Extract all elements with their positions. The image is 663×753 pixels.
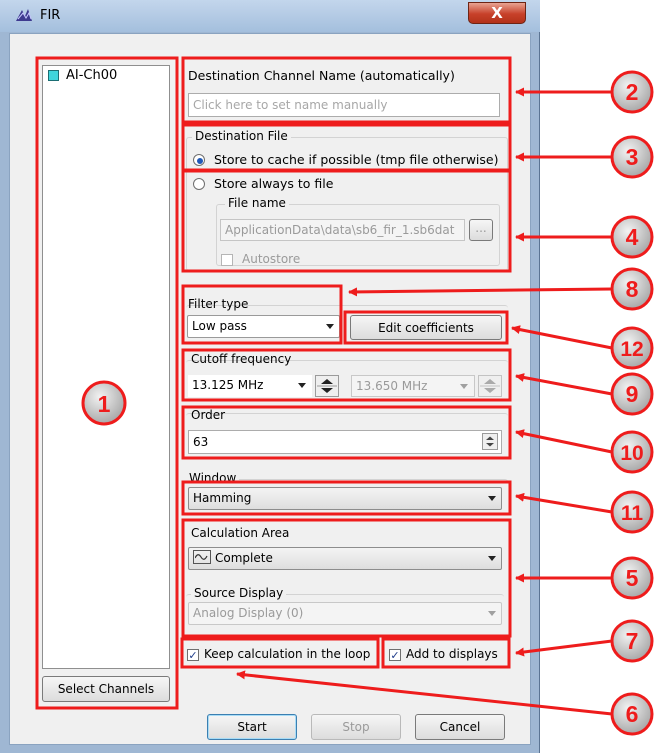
callout-5-number: 5 [626, 565, 639, 591]
callout-8: 8 [610, 267, 654, 311]
callout-6-number: 6 [626, 701, 639, 727]
annotation-arrow-7 [515, 639, 613, 657]
callout-1-number: 1 [98, 391, 111, 417]
callout-9-number: 9 [626, 381, 639, 407]
callout-3-number: 3 [626, 144, 639, 170]
annotation-box-edit-coefficients [343, 310, 509, 345]
annotation-box-cutoff [181, 348, 512, 402]
callout-12: 12 [610, 326, 654, 370]
callout-4: 4 [610, 215, 654, 259]
callout-7-number: 7 [626, 628, 639, 654]
callout-11-number: 11 [621, 502, 644, 525]
callout-2: 2 [610, 70, 654, 114]
annotation-arrow-10 [515, 429, 613, 454]
callout-5: 5 [610, 556, 654, 600]
annotation-arrow-11 [515, 492, 613, 514]
annotation-box-window [181, 480, 512, 516]
annotation-arrow-8 [348, 287, 613, 297]
callout-10-number: 10 [620, 442, 643, 465]
annotation-arrow-12 [511, 325, 613, 350]
callout-12-number: 12 [620, 338, 643, 361]
annotation-box-destination-file [181, 123, 512, 172]
annotation-arrow-9 [515, 373, 613, 396]
callout-8-number: 8 [626, 276, 639, 302]
annotation-box-file-name [181, 169, 512, 273]
callout-7: 7 [610, 619, 654, 663]
callout-6: 6 [610, 692, 654, 736]
annotation-overlay: 1 2 3 4 8 12 9 10 11 5 7 6 [35, 56, 654, 736]
annotation-box-order [181, 405, 512, 460]
callout-4-number: 4 [626, 224, 639, 250]
callout-11: 11 [610, 490, 654, 534]
callout-1: 1 [81, 380, 127, 426]
annotation-box-destination-name [181, 56, 512, 124]
callout-9: 9 [610, 372, 654, 416]
annotation-box-keep-loop [180, 637, 380, 669]
annotation-box-calculation-area [181, 518, 512, 638]
annotation-box-filter-type [181, 284, 343, 345]
annotation-arrow-6 [236, 670, 613, 716]
callout-3: 3 [610, 135, 654, 179]
callout-2-number: 2 [626, 79, 639, 105]
callout-10: 10 [610, 430, 654, 474]
annotation-box-add-displays [381, 637, 511, 669]
